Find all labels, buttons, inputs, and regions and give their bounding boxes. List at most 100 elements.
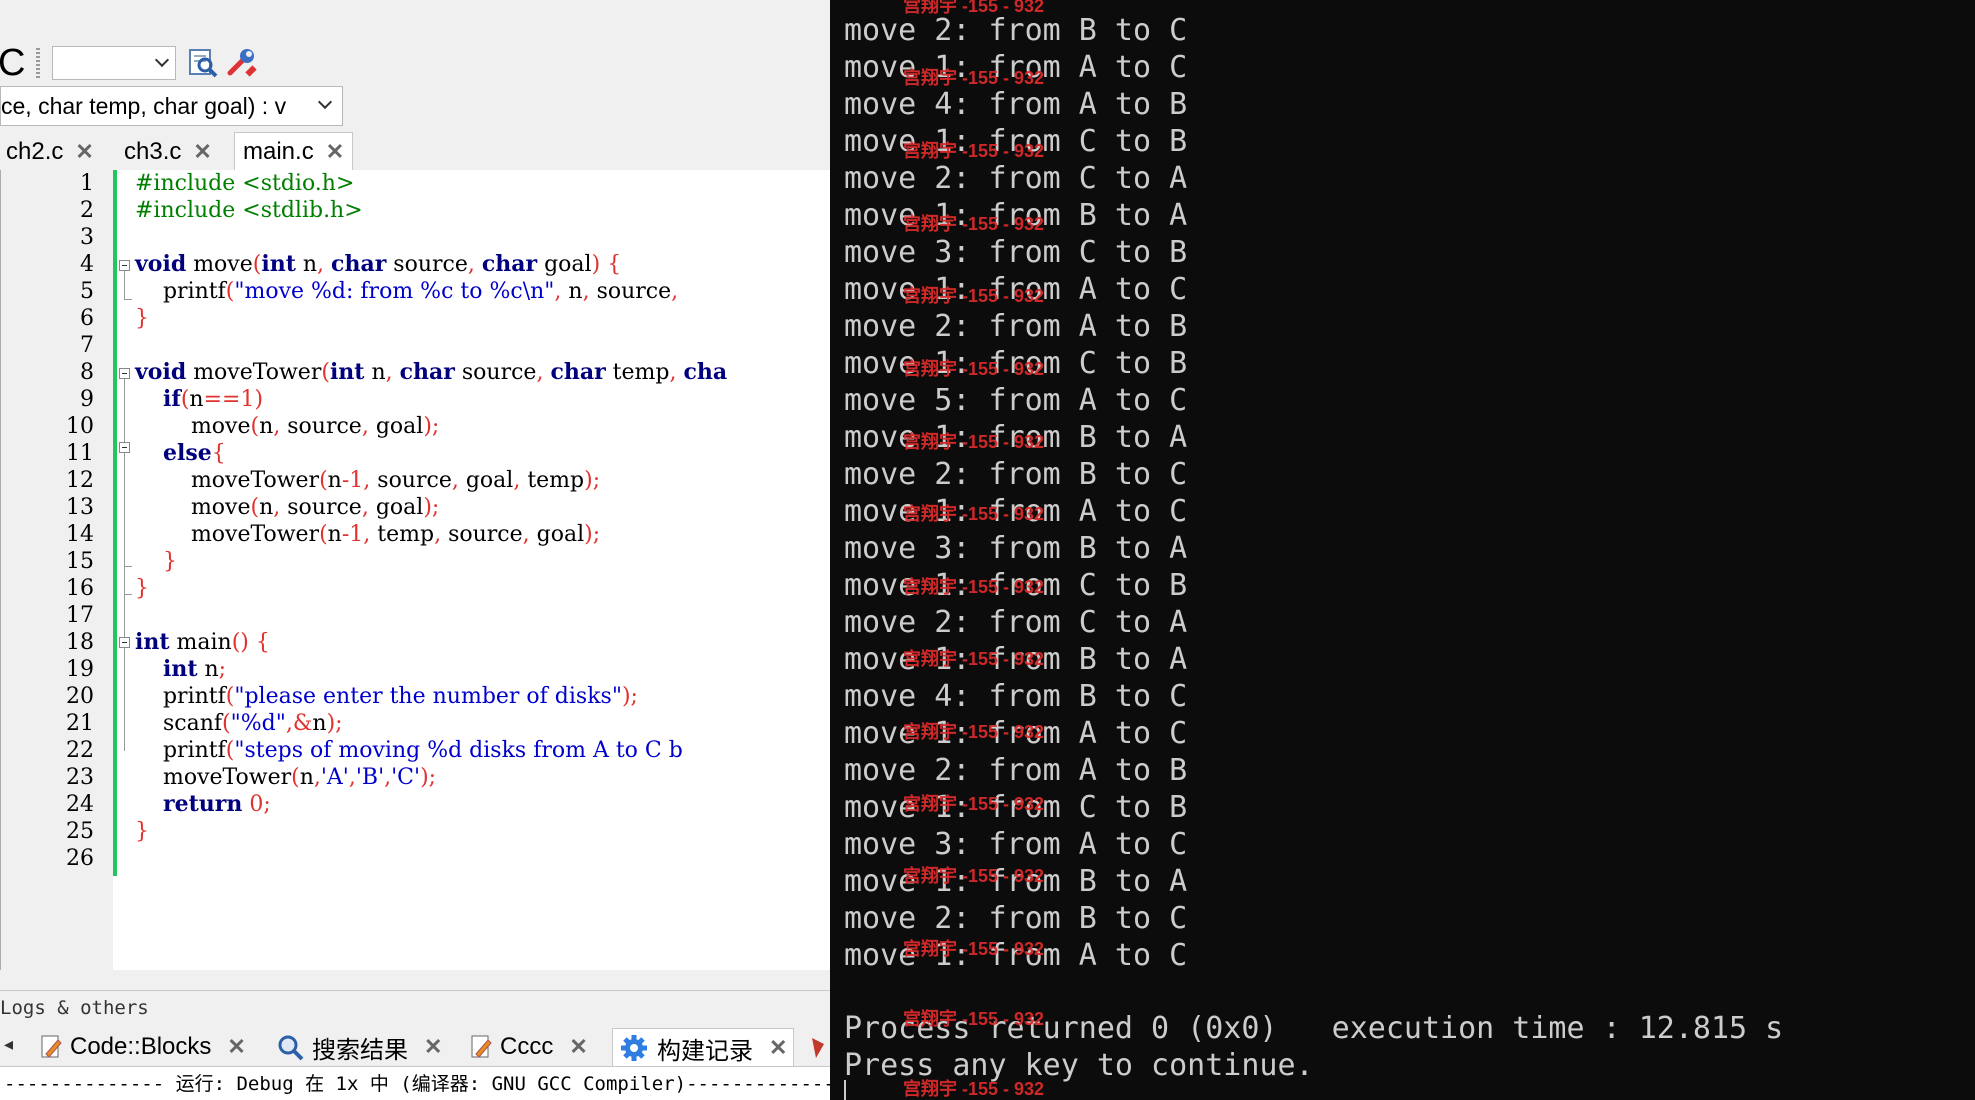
watermark-text: 宫翔宇 -155 - 932 (903, 432, 1045, 452)
line-number: 4 (80, 252, 94, 277)
editor-tab-bar: ch2.c ✕ ch3.c ✕ main.c ✕ (0, 128, 830, 171)
code-line: printf("please enter the number of disks… (135, 684, 638, 709)
code-line: scanf("%d",&n); (135, 711, 343, 736)
tab-codeblocks-log[interactable]: Code::Blocks ✕ (40, 1028, 246, 1066)
code-line: moveTower(n-1, temp, source, goal); (135, 522, 601, 547)
console-move-line: move 4: from B to C (844, 679, 1188, 714)
toolbar-grip[interactable] (36, 48, 40, 78)
close-icon[interactable]: ✕ (326, 139, 344, 165)
code-line: } (135, 306, 149, 331)
code-line: printf("steps of moving %d disks from A … (135, 738, 683, 763)
scope-combo[interactable] (52, 46, 176, 80)
code-line: move(n, source, goal); (135, 495, 440, 520)
tab-ch2[interactable]: ch2.c ✕ (6, 134, 94, 170)
wrench-icon[interactable] (224, 46, 258, 80)
line-number: 10 (66, 414, 94, 439)
console-move-line: move 2: from C to A (844, 161, 1188, 196)
line-number: 16 (66, 576, 94, 601)
line-number: 11 (66, 441, 94, 466)
code-line: else{ (162, 440, 226, 466)
line-number: 20 (66, 684, 94, 709)
bug-icon[interactable] (808, 1034, 826, 1060)
chevron-down-icon (154, 52, 170, 68)
line-number: 7 (80, 333, 94, 358)
watermark-text: 宫翔宇 -155 - 932 (903, 0, 1045, 16)
find-icon[interactable] (186, 46, 220, 80)
tab-label: main.c (243, 137, 314, 165)
watermark-text: 宫翔宇 -155 - 932 (903, 214, 1045, 234)
console-move-line: move 5: from A to C (844, 383, 1188, 418)
scroll-left-icon[interactable]: ◂ (4, 1034, 13, 1055)
fold-guide (124, 271, 125, 299)
fold-toggle-icon[interactable] (119, 442, 130, 453)
line-number: 3 (80, 225, 94, 250)
console-move-line: move 3: from A to C (844, 827, 1188, 862)
close-icon[interactable]: ✕ (769, 1035, 787, 1061)
watermark-text: 宫翔宇 -155 - 932 (903, 141, 1045, 161)
fold-toggle-icon[interactable] (119, 260, 130, 271)
code-line: #include <stdio.h> (135, 171, 355, 196)
line-number: 13 (66, 495, 94, 520)
console-window[interactable]: move 2: from B to Cmove 1: from A to Cmo… (830, 0, 1975, 1100)
tab-search-results[interactable]: 搜索结果 ✕ (276, 1028, 442, 1066)
code-line: if(n==1) (162, 386, 264, 412)
logs-tab-bar: ◂ Code::Blocks ✕ 搜索结果 ✕ Cccc ✕ 构建记录 ✕ (0, 1024, 830, 1068)
line-number: 26 (66, 846, 94, 871)
line-number: 17 (66, 603, 94, 628)
tab-label: ch2.c (6, 138, 64, 165)
function-signature-text: ce, char temp, char goal) : ᴠ (1, 93, 287, 119)
console-move-line: move 2: from B to C (844, 901, 1188, 936)
console-move-line: move 4: from A to B (844, 87, 1188, 122)
line-number: 9 (80, 387, 94, 412)
line-number: 12 (66, 468, 94, 493)
tab-label: Code::Blocks (70, 1033, 212, 1060)
line-number: 24 (66, 792, 94, 817)
line-number: 2 (80, 198, 94, 223)
close-icon[interactable]: ✕ (569, 1034, 587, 1060)
line-number: 21 (66, 711, 94, 736)
watermark-text: 宫翔宇 -155 - 932 (903, 939, 1045, 959)
build-log-line: -------------- 运行: Debug 在 1x 中 (编译器: GN… (4, 1073, 830, 1095)
code-line: } (135, 819, 149, 844)
line-number: 6 (80, 306, 94, 331)
line-number: 14 (66, 522, 94, 547)
tab-label: ch3.c (124, 138, 182, 165)
console-move-line: move 2: from C to A (844, 605, 1188, 640)
code-line: move(n, source, goal); (135, 414, 440, 439)
fold-guide-end (124, 299, 132, 300)
code-line: return 0; (162, 791, 271, 817)
watermark-text: 宫翔宇 -155 - 932 (903, 504, 1045, 524)
fold-guide-end (124, 566, 132, 567)
line-number: 22 (66, 738, 94, 763)
tab-cccc[interactable]: Cccc ✕ (470, 1028, 588, 1066)
code-line: } (135, 576, 149, 601)
line-number: 25 (66, 819, 94, 844)
tab-main[interactable]: main.c ✕ (234, 132, 354, 170)
console-move-line: move 2: from B to C (844, 457, 1188, 492)
function-signature-combo[interactable]: ce, char temp, char goal) : ᴠ (0, 86, 343, 126)
fold-toggle-icon[interactable] (119, 368, 130, 379)
code-line: #include <stdlib.h> (135, 198, 363, 223)
code-line: } (162, 549, 177, 574)
watermark-text: 宫翔宇 -155 - 932 (903, 649, 1045, 669)
watermark-text: 宫翔宇 -155 - 932 (903, 1079, 1045, 1099)
console-move-line: move 3: from B to A (844, 531, 1188, 566)
console-move-line: move 2: from A to B (844, 753, 1188, 788)
fold-guide-end (124, 594, 132, 595)
close-icon[interactable]: ✕ (75, 139, 93, 165)
tab-label: Cccc (500, 1033, 554, 1060)
tab-build-log[interactable]: 构建记录 ✕ (612, 1028, 795, 1067)
search-icon (278, 1035, 304, 1061)
code-editor[interactable]: 1 2 3 4 5 6 7 8 9 10 11 12 13 14 15 16 17 18 19 20 21 22 23 24 2… (0, 170, 830, 970)
gear-icon (621, 1035, 647, 1061)
build-log-output: -------------- 运行: Debug 在 1x 中 (编译器: GN… (0, 1066, 830, 1100)
tab-ch3[interactable]: ch3.c ✕ (124, 134, 212, 170)
close-icon[interactable]: ✕ (193, 139, 211, 165)
text-cursor (844, 1080, 846, 1100)
watermark-text: 宫翔宇 -155 - 932 (903, 577, 1045, 597)
watermark-text: 宫翔宇 -155 - 932 (903, 286, 1045, 306)
close-icon[interactable]: ✕ (227, 1034, 245, 1060)
fold-toggle-icon[interactable] (119, 637, 130, 648)
line-number: 19 (66, 657, 94, 682)
close-icon[interactable]: ✕ (424, 1034, 442, 1060)
